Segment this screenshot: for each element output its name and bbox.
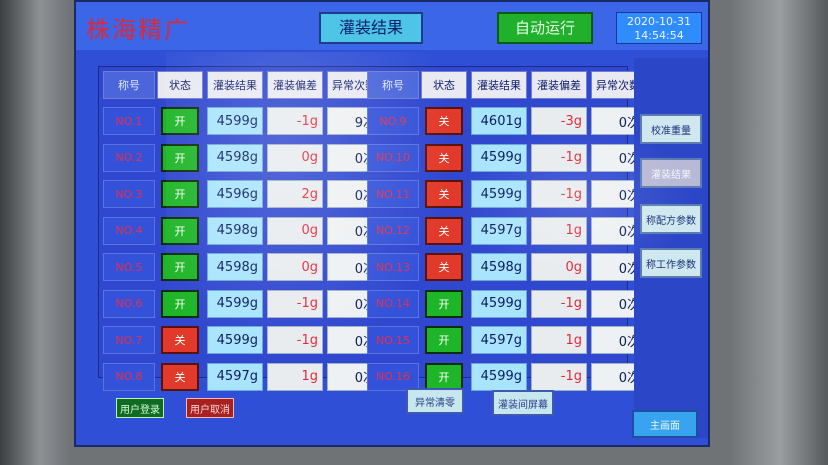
date-text: 2020-10-31 xyxy=(627,15,691,28)
scale-label: NO.1 xyxy=(103,107,155,135)
status-toggle[interactable]: 关 xyxy=(425,253,463,281)
status-toggle[interactable]: 开 xyxy=(161,180,199,208)
status-toggle[interactable]: 开 xyxy=(161,143,199,172)
scale-label: NO.7 xyxy=(103,326,155,354)
user-logout-button[interactable]: 用户取消 xyxy=(186,398,234,418)
column-header: 灌装结果 xyxy=(471,71,527,99)
status-toggle[interactable]: 关 xyxy=(425,107,463,135)
top-bar: 株海精广 灌装结果 自动运行 2020-10-31 14:54:54 xyxy=(76,2,708,50)
fill-deviation: -1g xyxy=(531,180,587,208)
fill-result: 4599g xyxy=(207,289,263,318)
fill-result: 4598g xyxy=(207,216,263,245)
column-header: 灌装结果 xyxy=(207,71,263,99)
sidebar-nav: 校准重量 灌装结果 称配方参数 称工作参数 xyxy=(634,58,708,438)
scale-label: NO.12 xyxy=(367,216,419,245)
scale-label: NO.10 xyxy=(367,143,419,172)
fill-result: 4599g xyxy=(471,289,527,318)
column-header: 称号 xyxy=(103,71,155,99)
fill-result: 4601g xyxy=(471,107,527,135)
scale-label: NO.13 xyxy=(367,253,419,281)
fill-deviation: 0g xyxy=(531,253,587,281)
fill-result: 4597g xyxy=(207,362,263,391)
fill-deviation: 2g xyxy=(267,180,323,208)
fill-result: 4598g xyxy=(207,253,263,281)
status-toggle[interactable]: 开 xyxy=(161,253,199,281)
fill-deviation: 1g xyxy=(531,326,587,354)
scale-label: NO.15 xyxy=(367,326,419,354)
status-toggle[interactable]: 关 xyxy=(161,362,199,391)
clear-errors-button[interactable]: 异常清零 xyxy=(406,388,464,414)
status-toggle[interactable]: 关 xyxy=(161,326,199,354)
scale-label: NO.14 xyxy=(367,289,419,318)
fill-interval-screen-button[interactable]: 灌装间屏幕 xyxy=(492,390,554,416)
clock-display: 2020-10-31 14:54:54 xyxy=(616,12,702,44)
fill-deviation: 1g xyxy=(267,362,323,391)
status-toggle[interactable]: 开 xyxy=(161,216,199,245)
time-text: 14:54:54 xyxy=(634,29,684,42)
scale-label: NO.9 xyxy=(367,107,419,135)
fill-deviation: 0g xyxy=(267,143,323,172)
column-header: 灌装偏差 xyxy=(267,71,323,99)
fill-result: 4598g xyxy=(471,253,527,281)
fill-result: 4599g xyxy=(471,180,527,208)
fill-result: 4597g xyxy=(471,326,527,354)
sidebar-item-calibrate[interactable]: 校准重量 xyxy=(640,114,702,144)
fill-result: 4596g xyxy=(207,180,263,208)
main-screen-button[interactable]: 主画面 xyxy=(632,410,698,438)
scale-label: NO.4 xyxy=(103,216,155,245)
fill-result: 4599g xyxy=(207,107,263,135)
brand-title: 株海精广 xyxy=(86,16,190,44)
fill-result: 4599g xyxy=(471,362,527,391)
fill-deviation: -1g xyxy=(531,362,587,391)
scale-label: NO.11 xyxy=(367,180,419,208)
sidebar-item-recipe-params[interactable]: 称配方参数 xyxy=(640,204,702,234)
scale-label: NO.3 xyxy=(103,180,155,208)
status-toggle[interactable]: 关 xyxy=(425,180,463,208)
sidebar-item-work-params[interactable]: 称工作参数 xyxy=(640,248,702,278)
hmi-screen: 株海精广 灌装结果 自动运行 2020-10-31 14:54:54 称号 状态灌… xyxy=(74,0,710,447)
status-toggle[interactable]: 开 xyxy=(425,362,463,391)
page-title: 灌装结果 xyxy=(319,12,423,44)
fill-result: 4599g xyxy=(207,326,263,354)
fill-deviation: 0g xyxy=(267,216,323,245)
scale-label: NO.5 xyxy=(103,253,155,281)
fill-deviation: -1g xyxy=(267,289,323,318)
status-toggle[interactable]: 开 xyxy=(425,289,463,318)
column-header: 状态 xyxy=(421,71,467,99)
fill-deviation: 0g xyxy=(267,253,323,281)
fill-deviation: -1g xyxy=(267,107,323,135)
fill-deviation: 1g xyxy=(531,216,587,245)
fill-deviation: -3g xyxy=(531,107,587,135)
scale-label: NO.2 xyxy=(103,143,155,172)
scale-label: NO.6 xyxy=(103,289,155,318)
status-toggle[interactable]: 关 xyxy=(425,216,463,245)
auto-run-status[interactable]: 自动运行 xyxy=(497,12,593,44)
column-header: 称号 xyxy=(367,71,419,99)
status-toggle[interactable]: 开 xyxy=(161,289,199,318)
status-toggle[interactable]: 开 xyxy=(161,107,199,135)
scale-label: NO.16 xyxy=(367,362,419,391)
fill-result: 4599g xyxy=(471,143,527,172)
fill-deviation: -1g xyxy=(531,289,587,318)
status-toggle[interactable]: 关 xyxy=(425,143,463,172)
fill-result: 4597g xyxy=(471,216,527,245)
scale-label: NO.8 xyxy=(103,362,155,391)
column-header: 状态 xyxy=(157,71,203,99)
sidebar-item-fill-results[interactable]: 灌装结果 xyxy=(640,158,702,188)
fill-deviation: -1g xyxy=(267,326,323,354)
user-login-button[interactable]: 用户登录 xyxy=(116,398,164,418)
fill-results-table: 称号 状态 灌装结果 灌装偏差 异常次数 NO.1 开 4599g -1g 9次 NO.2 开 4598… xyxy=(98,66,645,391)
fill-result: 4598g xyxy=(207,143,263,172)
fill-deviation: -1g xyxy=(531,143,587,172)
status-toggle[interactable]: 开 xyxy=(425,326,463,354)
column-header: 灌装偏差 xyxy=(531,71,587,99)
